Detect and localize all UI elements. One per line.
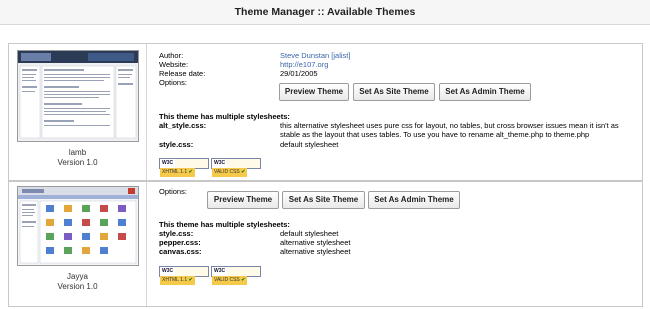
preview-theme-button[interactable]: Preview Theme <box>207 191 279 209</box>
theme-version: Version 1.0 <box>57 158 98 167</box>
xhtml-badge-label: XHTML 1.1 <box>162 169 188 175</box>
options-label: Options: <box>159 78 187 87</box>
release-date-label: Release date: <box>159 69 206 78</box>
website-link[interactable]: http://e107.org <box>280 60 328 69</box>
css-valid-badge[interactable]: W3CVALID CSS ✔ <box>211 266 261 285</box>
multiple-stylesheets-heading: This theme has multiple stylesheets: <box>159 112 290 121</box>
theme-name: lamb <box>68 148 87 157</box>
theme-version: Version 1.0 <box>57 282 98 291</box>
theme-card-lamb: lamb Version 1.0 Author: Steve Dunstan [… <box>8 43 643 181</box>
author-label: Author: <box>159 51 184 60</box>
theme-preview-column: Jayya Version 1.0 <box>9 182 147 306</box>
stylesheet-description: alternative stylesheet <box>280 238 351 247</box>
thumbnail-image <box>18 187 138 265</box>
theme-preview-column: lamb Version 1.0 <box>9 44 147 180</box>
options-label: Options: <box>159 187 187 196</box>
release-date-value: 29/01/2005 <box>280 69 318 78</box>
preview-theme-button[interactable]: Preview Theme <box>279 83 349 101</box>
theme-thumbnail-jayya[interactable] <box>17 186 139 266</box>
theme-details: Options: Preview Theme Set As Site Theme… <box>147 182 642 306</box>
set-site-theme-button[interactable]: Set As Site Theme <box>353 83 435 101</box>
set-admin-theme-button[interactable]: Set As Admin Theme <box>439 83 531 101</box>
page-title: Theme Manager :: Available Themes <box>234 6 416 18</box>
check-icon: ✔ <box>188 169 193 175</box>
css-valid-badge[interactable]: W3CVALID CSS ✔ <box>211 158 261 177</box>
check-icon: ✔ <box>241 169 246 175</box>
w3c-logo-text: W3C <box>160 159 176 168</box>
website-label: Website: <box>159 60 189 69</box>
theme-card-jayya: Jayya Version 1.0 Options: Preview Theme… <box>8 181 643 307</box>
stylesheet-description: default stylesheet <box>280 229 339 238</box>
set-admin-theme-button[interactable]: Set As Admin Theme <box>368 191 460 209</box>
xhtml-valid-badge[interactable]: W3CXHTML 1.1 ✔ <box>159 266 209 285</box>
thumbnail-image <box>18 51 138 141</box>
theme-name: Jayya <box>67 272 88 281</box>
xhtml-badge-label: XHTML 1.1 <box>162 277 188 283</box>
w3c-logo-text: W3C <box>212 159 228 168</box>
stylesheet-file: pepper.css: <box>159 238 201 247</box>
stylesheet-description: default stylesheet <box>280 140 339 149</box>
w3c-logo-text: W3C <box>160 267 176 276</box>
css-badge-label: VALID CSS <box>214 169 240 175</box>
stylesheet-file: alt_style.css: <box>159 121 207 130</box>
stylesheet-file: style.css: <box>159 140 194 149</box>
title-bar: Theme Manager :: Available Themes <box>0 0 650 25</box>
check-icon: ✔ <box>188 277 193 283</box>
check-icon: ✔ <box>241 277 246 283</box>
w3c-logo-text: W3C <box>212 267 228 276</box>
author-link[interactable]: Steve Dunstan [jalist] <box>280 51 350 60</box>
theme-thumbnail-lamb[interactable] <box>17 50 139 142</box>
theme-details: Author: Steve Dunstan [jalist] Website: … <box>147 44 642 180</box>
stylesheet-file: canvas.css: <box>159 247 202 256</box>
xhtml-valid-badge[interactable]: W3CXHTML 1.1 ✔ <box>159 158 209 177</box>
stylesheet-description: this alternative stylesheet uses pure cs… <box>280 121 619 139</box>
css-badge-label: VALID CSS <box>214 277 240 283</box>
multiple-stylesheets-heading: This theme has multiple stylesheets: <box>159 220 290 229</box>
stylesheet-file: style.css: <box>159 229 194 238</box>
set-site-theme-button[interactable]: Set As Site Theme <box>282 191 365 209</box>
stylesheet-description: alternative stylesheet <box>280 247 351 256</box>
